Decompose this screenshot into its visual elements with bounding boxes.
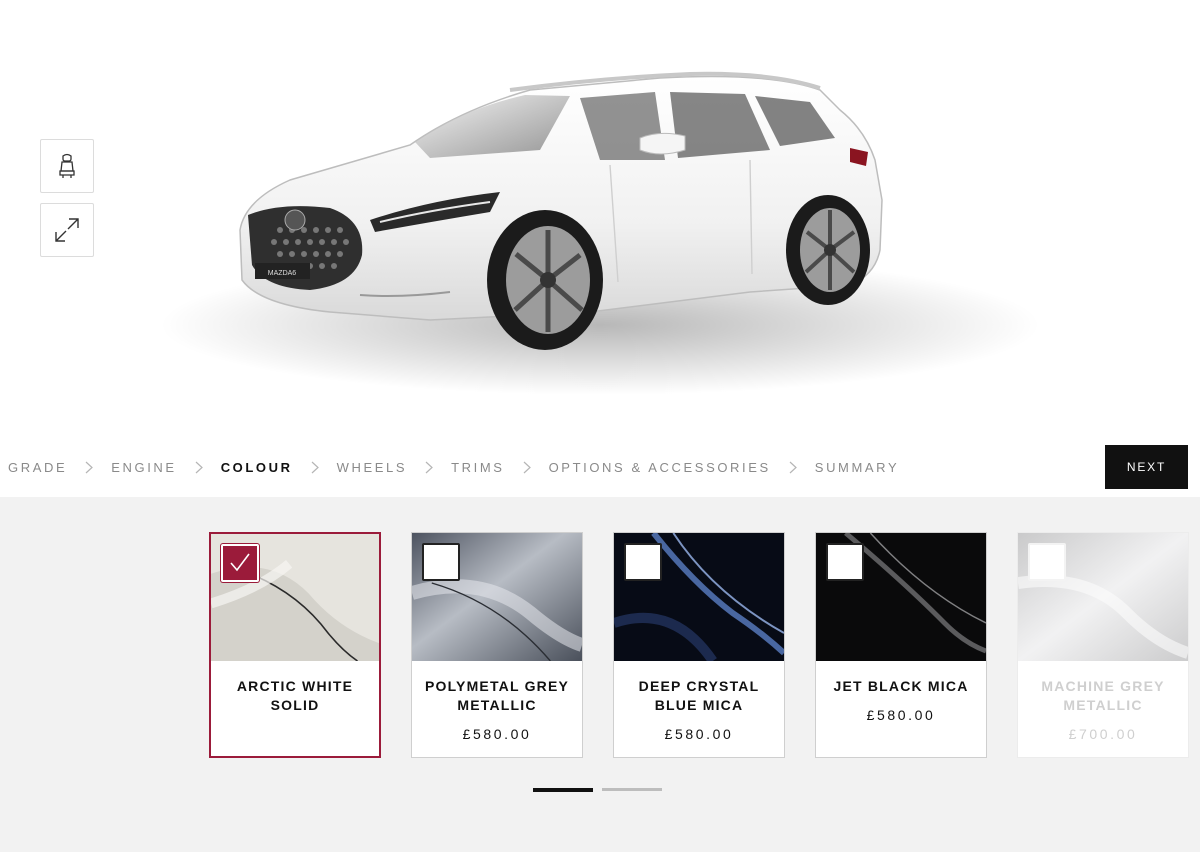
colour-checkbox[interactable] bbox=[826, 543, 864, 581]
colour-checkbox[interactable] bbox=[422, 543, 460, 581]
car-viewer: MAZDA6 bbox=[0, 0, 1200, 440]
fullscreen-button[interactable] bbox=[40, 203, 94, 257]
step-summary[interactable]: SUMMARY bbox=[815, 460, 899, 475]
colour-swatch bbox=[1018, 533, 1188, 661]
colour-card-deep-crystal-blue-mica[interactable]: DEEP CRYSTAL BLUE MICA £580.00 bbox=[613, 532, 785, 758]
chevron-right-icon bbox=[523, 461, 533, 475]
step-trims[interactable]: TRIMS bbox=[451, 460, 504, 475]
expand-arrows-icon bbox=[55, 218, 79, 242]
colour-swatch bbox=[412, 533, 582, 661]
pager-dot-1[interactable] bbox=[533, 788, 593, 792]
colour-card-arctic-white-solid[interactable]: ARCTIC WHITE SOLID bbox=[209, 532, 381, 758]
colour-swatch bbox=[211, 534, 379, 661]
car-image[interactable]: MAZDA6 bbox=[130, 50, 1090, 430]
colour-name: JET BLACK MICA bbox=[833, 678, 969, 694]
step-wheels[interactable]: WHEELS bbox=[337, 460, 408, 475]
colour-name: ARCTIC WHITE SOLID bbox=[236, 678, 354, 713]
chevron-right-icon bbox=[85, 461, 95, 475]
colour-checkbox[interactable] bbox=[624, 543, 662, 581]
colour-card-jet-black-mica[interactable]: JET BLACK MICA £580.00 bbox=[815, 532, 987, 758]
step-grade[interactable]: GRADE bbox=[8, 460, 67, 475]
colour-swatch bbox=[816, 533, 986, 661]
configurator-steps: GRADE ENGINE COLOUR WHEELS TRIMS OPTIONS… bbox=[0, 440, 1200, 497]
colour-price: £700.00 bbox=[1068, 726, 1138, 742]
chevron-right-icon bbox=[311, 461, 321, 475]
chevron-right-icon bbox=[425, 461, 435, 475]
colour-price: £580.00 bbox=[462, 726, 532, 742]
step-list: GRADE ENGINE COLOUR WHEELS TRIMS OPTIONS… bbox=[8, 460, 899, 475]
colour-card-polymetal-grey-metallic[interactable]: POLYMETAL GREY METALLIC £580.00 bbox=[411, 532, 583, 758]
pager-dot-2[interactable] bbox=[602, 788, 662, 791]
colour-price: £580.00 bbox=[866, 707, 936, 723]
car-seat-icon bbox=[59, 153, 75, 178]
step-engine[interactable]: ENGINE bbox=[111, 460, 176, 475]
carousel-pager bbox=[533, 788, 671, 792]
chevron-right-icon bbox=[195, 461, 205, 475]
colour-checkbox[interactable] bbox=[1028, 543, 1066, 581]
car-badge-text: MAZDA6 bbox=[268, 270, 297, 277]
colour-panel: ARCTIC WHITE SOLID POLYMETAL GREY METALL… bbox=[0, 497, 1200, 852]
colour-name: MACHINE GREY METALLIC bbox=[1041, 678, 1165, 713]
colour-price: £580.00 bbox=[664, 726, 734, 742]
checkmark-icon bbox=[230, 553, 250, 572]
selected-checkbox[interactable] bbox=[221, 544, 259, 582]
colour-swatch bbox=[614, 533, 784, 661]
interior-view-button[interactable] bbox=[40, 139, 94, 193]
colour-card-machine-grey-metallic[interactable]: MACHINE GREY METALLIC £700.00 bbox=[1017, 532, 1189, 758]
step-colour[interactable]: COLOUR bbox=[221, 460, 293, 475]
next-button[interactable]: NEXT bbox=[1105, 445, 1188, 489]
step-options-accessories[interactable]: OPTIONS & ACCESSORIES bbox=[549, 460, 771, 475]
colour-name: POLYMETAL GREY METALLIC bbox=[424, 678, 570, 713]
colour-name: DEEP CRYSTAL BLUE MICA bbox=[638, 678, 760, 713]
colour-cards: ARCTIC WHITE SOLID POLYMETAL GREY METALL… bbox=[209, 532, 1200, 758]
chevron-right-icon bbox=[789, 461, 799, 475]
